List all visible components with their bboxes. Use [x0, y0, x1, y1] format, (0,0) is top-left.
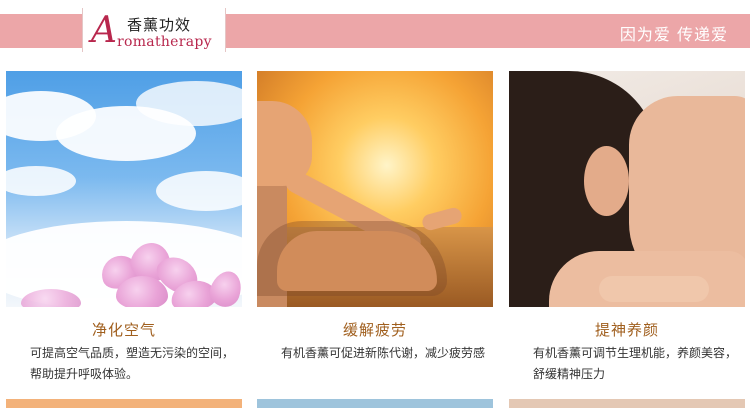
card-refresh-beauty: 提神养颜 有机香薰可调节生理机能，养颜美容，舒缓精神压力	[509, 71, 745, 381]
card-title: 提神养颜	[594, 321, 659, 339]
logo-chinese-title: 香薰功效	[127, 16, 192, 34]
aromatherapy-logo: A 香薰功效 romatherapy	[82, 8, 226, 52]
card-description: 有机香薰可调节生理机能，养颜美容，舒缓精神压力	[533, 346, 738, 381]
spa-massage-photo	[509, 71, 745, 307]
card-description: 有机香薰可促进新陈代谢，减少疲劳感	[281, 346, 486, 360]
sky-flowers-photo	[6, 71, 242, 307]
next-row-photo-edge	[6, 399, 242, 408]
logo-initial: A	[91, 10, 117, 51]
card-relieve-fatigue: 缓解疲劳 有机香薰可促进新陈代谢，减少疲劳感	[257, 71, 493, 360]
card-description: 可提高空气品质，塑造无污染的空间，帮助提升呼吸体验。	[30, 346, 235, 381]
next-row-photo-edge	[509, 399, 745, 408]
card-title: 缓解疲劳	[342, 321, 407, 339]
logo-english-title: romatherapy	[117, 34, 212, 50]
slogan: 因为爱 传递爱	[619, 25, 728, 44]
meditation-sunset-photo	[257, 71, 493, 307]
next-row-photo-edge	[257, 399, 493, 408]
card-title: 净化空气	[91, 321, 156, 339]
card-purify-air: 净化空气 可提高空气品质，塑造无污染的空间，帮助提升呼吸体验。	[6, 71, 242, 381]
